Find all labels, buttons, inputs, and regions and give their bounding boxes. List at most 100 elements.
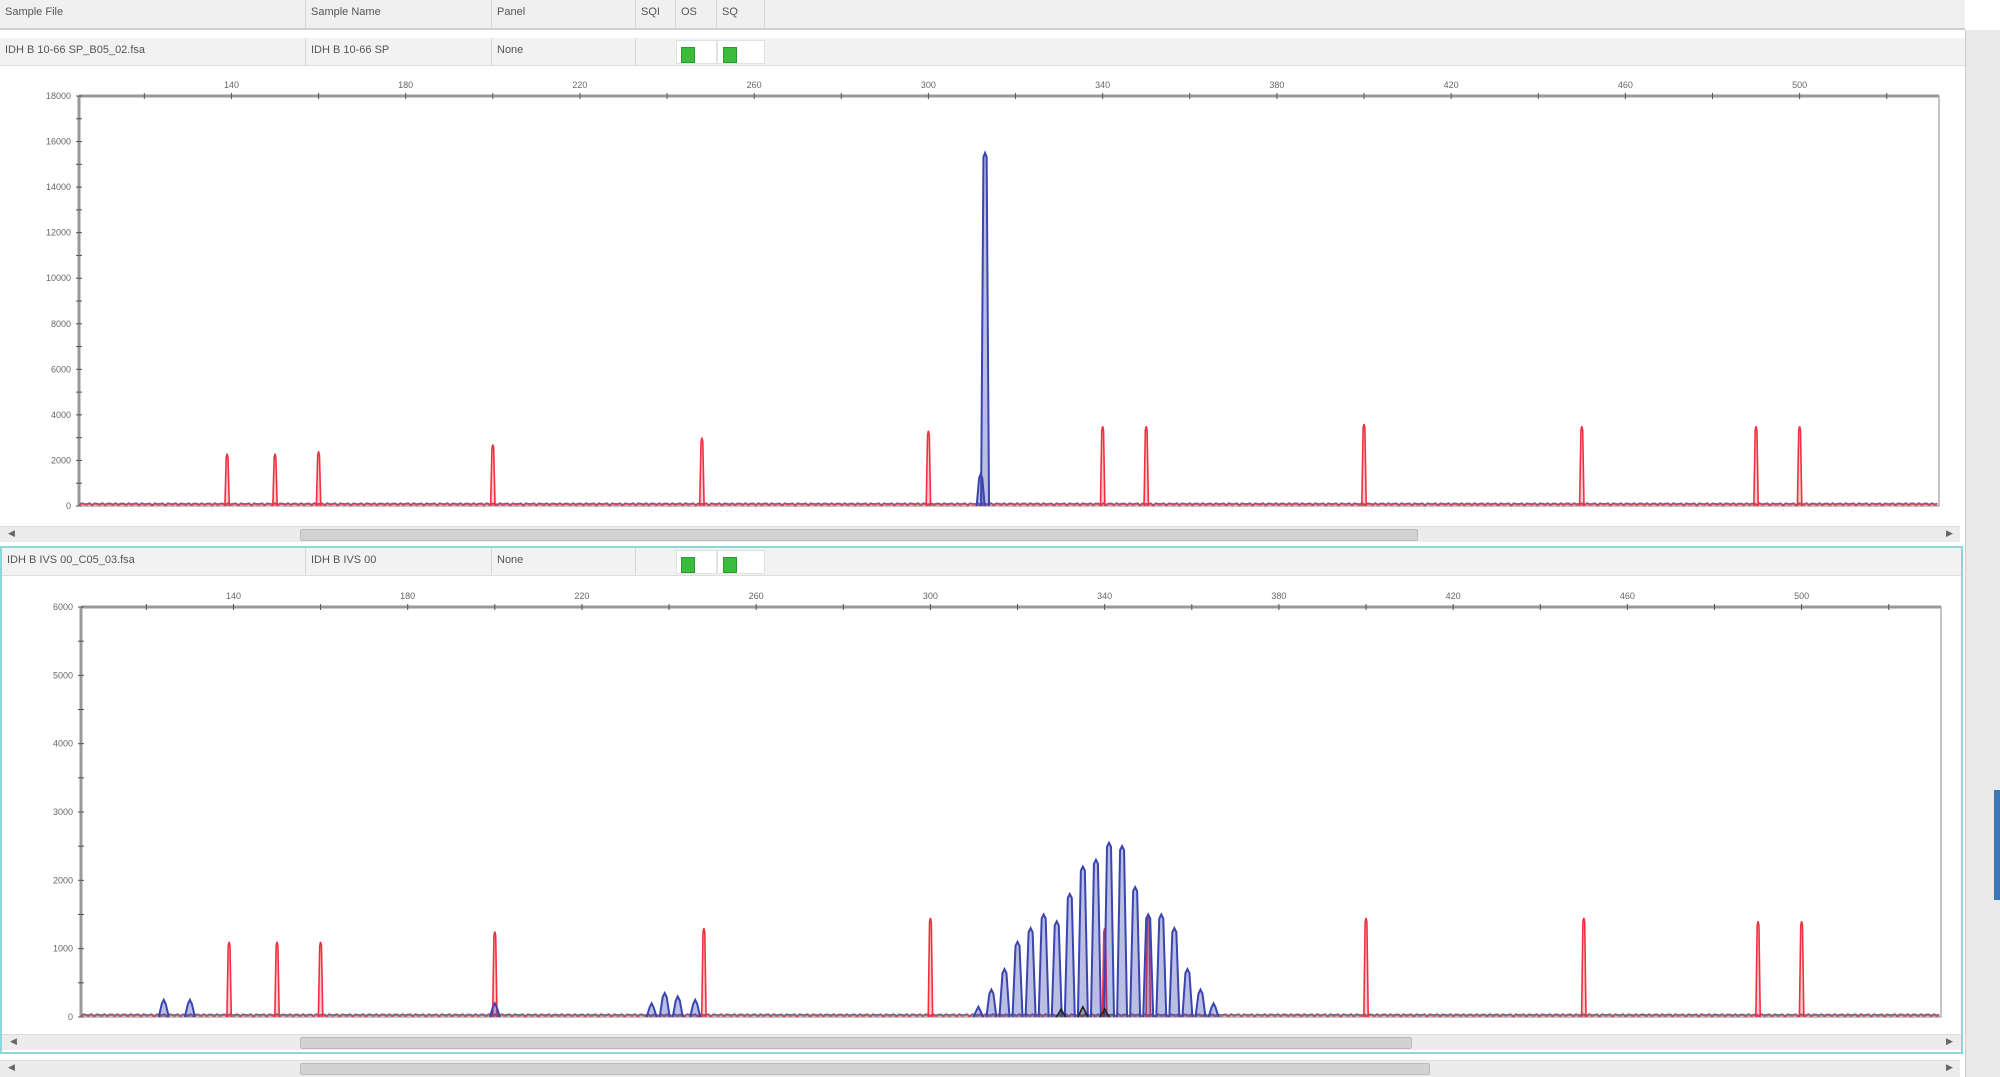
col-panel[interactable]: Panel (492, 0, 636, 28)
sample-row[interactable]: IDH B 10-66 SP_B05_02.fsa IDH B 10-66 SP… (0, 38, 1965, 66)
plot-frame (78, 95, 1940, 507)
red-peak (1361, 423, 1368, 507)
sq-status-icon (723, 47, 737, 63)
sample-name: IDH B IVS 00 (306, 548, 492, 575)
y-tick-label: 0 (68, 1012, 73, 1022)
col-sq[interactable]: SQ (717, 0, 765, 28)
scroll-right-icon[interactable]: ▶ (1946, 1036, 1953, 1047)
blue-peak (1063, 891, 1076, 1018)
main-horizontal-scrollbar[interactable]: ◀ ▶ (0, 1060, 1960, 1077)
y-tick-label: 1000 (53, 944, 73, 954)
x-tick-label: 300 (921, 80, 936, 90)
y-tick-label: 2000 (53, 875, 73, 885)
red-peak (698, 437, 705, 507)
blue-peak (671, 994, 684, 1018)
os-cell (676, 550, 717, 574)
red-peak (1796, 426, 1803, 507)
blue-peak (1037, 912, 1050, 1018)
horizontal-scrollbar-1[interactable]: ◀ ▶ (0, 526, 1960, 542)
blue-peak (689, 997, 702, 1018)
x-tick-label: 180 (398, 80, 413, 90)
electropherogram-panel-2: 140 180 220 260 300 340 380 420 460 500 0 1000 2000 3… (2, 577, 1961, 1032)
x-tick-label: 260 (749, 591, 764, 601)
y-tick-label: 14000 (46, 182, 71, 192)
blue-peak (1011, 939, 1024, 1018)
red-peak (274, 941, 281, 1018)
blue-peak (1207, 1001, 1220, 1018)
sample-row[interactable]: IDH B IVS 00_C05_03.fsa IDH B IVS 00 Non… (2, 548, 1961, 576)
scroll-left-icon[interactable]: ◀ (8, 1062, 15, 1073)
red-peak (226, 941, 233, 1018)
blue-peak (1050, 919, 1063, 1018)
red-peak (927, 917, 934, 1018)
red-peak (1753, 426, 1760, 507)
red-peak (925, 430, 932, 507)
vertical-scrollbar[interactable] (1965, 30, 2000, 1077)
red-peak (1363, 917, 1370, 1018)
blue-peak (183, 997, 196, 1018)
blue-peak (488, 1001, 501, 1018)
blue-peak (1142, 912, 1155, 1018)
x-tick-label: 140 (224, 80, 239, 90)
x-tick-label: 500 (1794, 591, 1809, 601)
scroll-left-icon[interactable]: ◀ (8, 528, 15, 539)
sample-file: IDH B 10-66 SP_B05_02.fsa (0, 38, 306, 65)
red-peak (1578, 426, 1585, 507)
x-tick-label: 500 (1792, 80, 1807, 90)
x-tick-label: 340 (1097, 591, 1112, 601)
red-peak (1798, 921, 1805, 1018)
x-tick-label: 340 (1095, 80, 1110, 90)
scroll-thumb[interactable] (1994, 790, 2000, 900)
scroll-thumb[interactable] (300, 1063, 1430, 1075)
red-peak (272, 453, 279, 507)
y-tick-label: 18000 (46, 91, 71, 101)
scroll-thumb[interactable] (300, 529, 1418, 541)
red-peak (700, 927, 707, 1018)
blue-peak (998, 966, 1011, 1018)
red-peak (315, 451, 322, 507)
y-tick-label: 2000 (51, 455, 71, 465)
blue-peak (1076, 864, 1089, 1018)
blue-peak (1089, 857, 1102, 1018)
panel-name: None (492, 548, 636, 575)
blue-peak (645, 1001, 658, 1018)
horizontal-scrollbar-2[interactable]: ◀ ▶ (2, 1034, 1961, 1050)
blue-peak (1155, 912, 1168, 1018)
col-os[interactable]: OS (676, 0, 717, 28)
sample-file: IDH B IVS 00_C05_03.fsa (2, 548, 306, 575)
col-sample-name[interactable]: Sample Name (306, 0, 492, 28)
y-tick-label: 4000 (53, 739, 73, 749)
y-tick-label: 12000 (46, 228, 71, 238)
scroll-right-icon[interactable]: ▶ (1946, 1062, 1953, 1073)
y-tick-label: 5000 (53, 670, 73, 680)
x-tick-label: 220 (574, 591, 589, 601)
red-peak (317, 941, 324, 1018)
col-sample-file[interactable]: Sample File (0, 0, 306, 28)
blue-peak (1168, 925, 1181, 1018)
blue-peak (1024, 925, 1037, 1018)
x-tick-label: 420 (1446, 591, 1461, 601)
col-sqi[interactable]: SQI (636, 0, 676, 28)
y-tick-label: 6000 (51, 364, 71, 374)
scroll-right-icon[interactable]: ▶ (1946, 528, 1953, 539)
electropherogram-panel-1: 140 180 220 260 300 340 380 420 460 500 0 2000 4000 6… (0, 66, 1965, 526)
electropherogram-chart-1: 140 180 220 260 300 340 380 420 460 500 0 2000 4000 6… (46, 80, 1940, 511)
electropherogram-chart-2: 140 180 220 260 300 340 380 420 460 5000100020003… (53, 591, 1942, 1022)
blue-peak (1103, 840, 1116, 1018)
red-peak (1099, 426, 1106, 507)
scroll-left-icon[interactable]: ◀ (10, 1036, 17, 1047)
x-tick-label: 180 (400, 591, 415, 601)
x-tick-label: 260 (747, 80, 762, 90)
blue-peak (1116, 843, 1129, 1018)
y-tick-label: 4000 (51, 410, 71, 420)
blue-peak (658, 990, 671, 1018)
scroll-thumb[interactable] (300, 1037, 1412, 1049)
x-tick-label: 300 (923, 591, 938, 601)
plot-frame (80, 606, 1942, 1018)
y-tick-label: 0 (66, 501, 71, 511)
blue-peak (1181, 966, 1194, 1018)
os-cell (676, 40, 717, 64)
red-peak (224, 453, 231, 507)
x-tick-label: 380 (1269, 80, 1284, 90)
x-tick-label: 460 (1618, 80, 1633, 90)
